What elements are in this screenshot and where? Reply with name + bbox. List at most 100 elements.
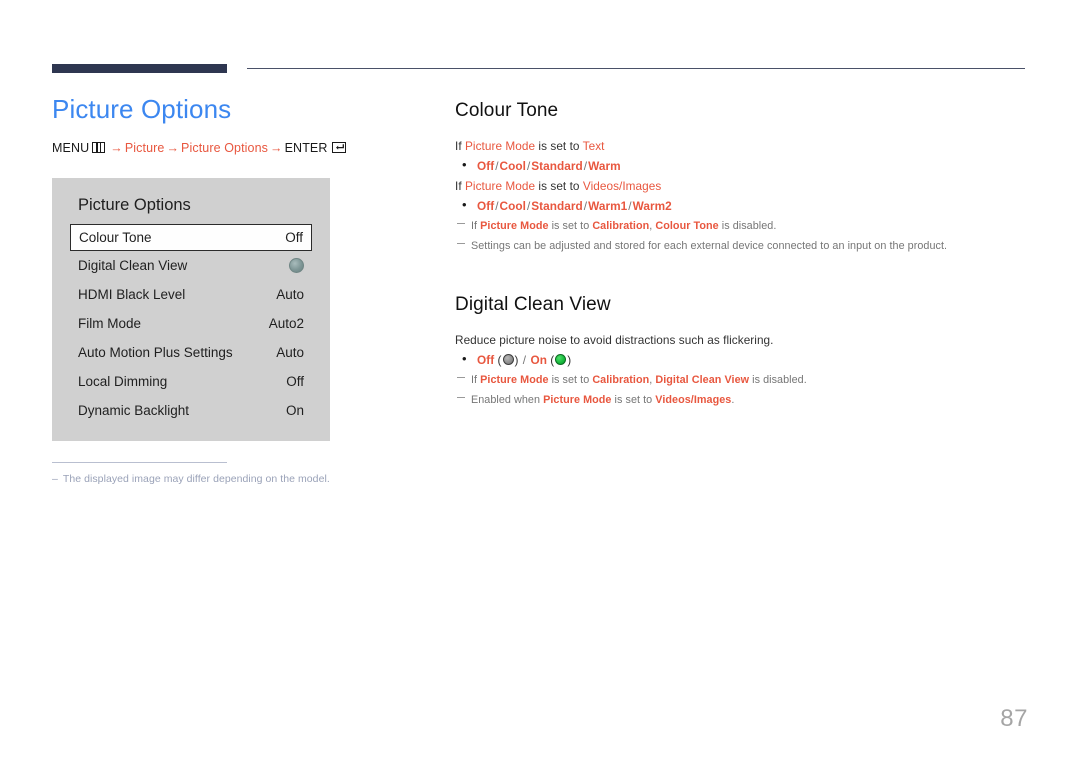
- osd-row-label: HDMI Black Level: [78, 287, 186, 302]
- menu-path-enter-label: ENTER: [284, 141, 328, 155]
- keyword-videos-images: Videos/Images: [655, 394, 732, 406]
- option-warm1: Warm1: [588, 199, 628, 213]
- page-title: Picture Options: [52, 94, 232, 124]
- menu-path-breadcrumb: MENU → Picture → Picture Options → ENTER: [52, 140, 412, 156]
- osd-row-auto-motion-plus-settings[interactable]: Auto Motion Plus Settings Auto: [52, 338, 330, 367]
- osd-row-label: Auto Motion Plus Settings: [78, 345, 233, 360]
- digital-clean-view-options: Off () / On (): [455, 349, 1030, 370]
- digital-clean-view-description: Reduce picture noise to avoid distractio…: [455, 330, 1030, 350]
- header-accent-bar: [52, 64, 227, 73]
- menu-path-step-picture: Picture: [124, 141, 165, 155]
- osd-row-hdmi-black-level[interactable]: HDMI Black Level Auto: [52, 280, 330, 309]
- osd-row-label: Film Mode: [78, 316, 142, 331]
- text-fragment: Reduce picture noise to avoid distractio…: [455, 333, 774, 347]
- switch-on-icon: [555, 354, 567, 365]
- option-separator: /: [519, 353, 530, 367]
- page-number: 87: [1000, 705, 1028, 732]
- colour-tone-options-text-2: Off/Cool/Standard/Warm1/Warm2: [455, 195, 1030, 216]
- menu-grid-icon: [92, 142, 106, 153]
- page-header-rules: [0, 0, 1080, 80]
- colour-tone-note-2: Settings can be adjusted and stored for …: [455, 236, 1030, 256]
- osd-row-label: Colour Tone: [79, 230, 152, 245]
- text-fragment: If: [455, 179, 465, 193]
- text-fragment: is set to: [611, 394, 656, 406]
- text-fragment: If: [471, 220, 481, 232]
- text-fragment: is disabled.: [749, 374, 807, 386]
- option-cool: Cool: [499, 159, 526, 173]
- text-fragment: Enabled when: [471, 394, 544, 406]
- osd-row-value: Auto: [276, 345, 304, 360]
- section-heading-digital-clean-view: Digital Clean View: [455, 294, 611, 315]
- section-heading-colour-tone: Colour Tone: [455, 100, 559, 121]
- footnote-dash: –: [52, 473, 58, 485]
- osd-panel-title: Picture Options: [78, 196, 191, 214]
- osd-row-list: Colour Tone Off Digital Clean View HDMI …: [52, 224, 330, 425]
- menu-path-prefix: MENU: [52, 141, 90, 155]
- text-fragment: is set to: [535, 139, 583, 153]
- keyword-picture-mode: Picture Mode: [480, 374, 549, 386]
- footnote-divider: [52, 462, 227, 463]
- header-divider-line: [247, 68, 1025, 69]
- text-fragment: is disabled.: [718, 220, 777, 232]
- option-warm: Warm: [588, 159, 621, 173]
- option-off: Off: [477, 159, 495, 173]
- keyword-calibration: Calibration: [592, 374, 650, 386]
- osd-row-label: Dynamic Backlight: [78, 403, 190, 418]
- osd-row-value: Auto2: [268, 316, 304, 331]
- osd-row-dynamic-backlight[interactable]: Dynamic Backlight On: [52, 396, 330, 425]
- keyword-picture-mode: Picture Mode: [464, 179, 536, 193]
- option-standard: Standard: [531, 159, 583, 173]
- option-warm2: Warm2: [632, 199, 672, 213]
- osd-row-value: Auto: [276, 287, 304, 302]
- osd-picture-options-panel: Picture Options Colour Tone Off Digital …: [52, 178, 330, 441]
- text-fragment: .: [731, 394, 735, 406]
- text-fragment: is set to: [548, 374, 593, 386]
- option-standard: Standard: [531, 199, 583, 213]
- right-column: Colour Tone If Picture Mode is set to Te…: [455, 98, 1030, 410]
- osd-row-value: On: [285, 403, 304, 418]
- text-fragment: If: [455, 139, 465, 153]
- osd-row-film-mode[interactable]: Film Mode Auto2: [52, 309, 330, 338]
- keyword-calibration: Calibration: [592, 220, 650, 232]
- option-off: Off: [477, 199, 495, 213]
- footnote-text: The displayed image may differ depending…: [62, 473, 330, 485]
- keyword-colour-tone: Colour Tone: [655, 220, 719, 232]
- paren-close: ): [567, 353, 572, 367]
- menu-path-arrow-3: →: [270, 141, 283, 155]
- osd-row-digital-clean-view[interactable]: Digital Clean View: [52, 251, 330, 280]
- osd-row-colour-tone[interactable]: Colour Tone Off: [70, 224, 312, 251]
- option-on: On: [530, 353, 547, 367]
- osd-row-local-dimming[interactable]: Local Dimming Off: [52, 367, 330, 396]
- left-footnote-block: – The displayed image may differ dependin…: [52, 462, 412, 486]
- osd-row-value: Off: [285, 230, 303, 245]
- menu-path-arrow-1: →: [110, 141, 123, 155]
- text-fragment: Settings can be adjusted and stored for …: [471, 240, 948, 252]
- switch-off-icon: [502, 354, 514, 365]
- toggle-off-dot-icon: [289, 258, 304, 274]
- keyword-videos-images: Videos/Images: [582, 179, 662, 193]
- keyword-text: Text: [582, 139, 605, 153]
- digital-clean-view-note-2: Enabled when Picture Mode is set to Vide…: [455, 390, 1030, 410]
- digital-clean-view-note-1: If Picture Mode is set to Calibration, D…: [455, 370, 1030, 390]
- keyword-picture-mode: Picture Mode: [464, 139, 536, 153]
- text-fragment: is set to: [548, 220, 593, 232]
- colour-tone-options-text: Off/Cool/Standard/Warm: [455, 155, 1030, 176]
- colour-tone-condition-text: If Picture Mode is set to Text: [455, 136, 1030, 156]
- keyword-picture-mode: Picture Mode: [543, 394, 612, 406]
- paren-open: (: [546, 353, 555, 367]
- osd-row-label: Local Dimming: [78, 374, 168, 389]
- keyword-picture-mode: Picture Mode: [480, 220, 549, 232]
- menu-path-arrow-2: →: [166, 141, 180, 155]
- osd-row-label: Digital Clean View: [78, 258, 188, 273]
- keyword-digital-clean-view: Digital Clean View: [655, 374, 750, 386]
- paren-open: (: [494, 353, 502, 367]
- colour-tone-condition-text-2: If Picture Mode is set to Videos/Images: [455, 176, 1030, 196]
- left-column: Picture Options MENU → Picture → Picture Opt…: [52, 92, 412, 441]
- osd-row-value: Off: [286, 374, 304, 389]
- menu-path-step-picture-options: Picture Options: [181, 141, 269, 155]
- option-cool: Cool: [499, 199, 526, 213]
- osd-row-toggle-icon: [289, 258, 304, 274]
- enter-return-icon: [331, 142, 346, 153]
- option-off: Off: [477, 353, 495, 367]
- text-fragment: is set to: [535, 179, 583, 193]
